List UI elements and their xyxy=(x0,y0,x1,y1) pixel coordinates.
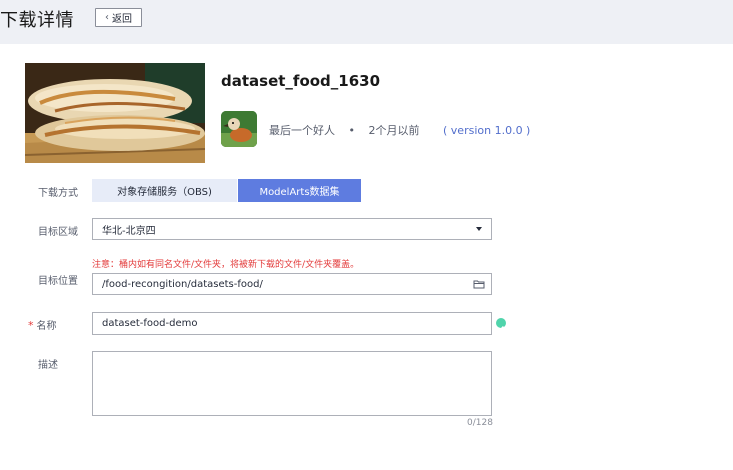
caret-down-icon xyxy=(476,227,482,231)
name-label: 名称 xyxy=(36,321,57,332)
author-line: 最后一个好人 • 2个月以前 ( version 1.0.0 ) xyxy=(269,122,530,138)
name-label-wrap: * 名称 xyxy=(28,317,57,332)
description-label: 描述 xyxy=(38,360,58,371)
tab-modelarts-dataset[interactable]: ModelArts数据集 xyxy=(238,179,361,202)
back-button-label: 返回 xyxy=(112,14,132,25)
location-input[interactable]: /food-recongition/datasets-food/ xyxy=(92,273,492,295)
version-label: ( version 1.0.0 ) xyxy=(443,124,531,137)
page-title: 下载详情 xyxy=(0,10,74,31)
region-select[interactable]: 华北-北京四 xyxy=(92,218,492,240)
location-notice: 注意：桶内如有同名文件/文件夹，将被新下载的文件/文件夹覆盖。 xyxy=(92,260,360,270)
check-circle-icon xyxy=(496,318,506,331)
dataset-title: dataset_food_1630 xyxy=(221,72,381,90)
region-label: 目标区域 xyxy=(38,227,78,238)
dataset-cover-image xyxy=(25,63,205,163)
description-counter: 0/128 xyxy=(467,418,493,428)
updated-time: 2个月以前 xyxy=(368,124,420,137)
location-label: 目标位置 xyxy=(38,276,78,287)
description-textarea[interactable] xyxy=(92,351,492,416)
back-button[interactable]: ‹ 返回 xyxy=(95,8,142,27)
location-value: /food-recongition/datasets-food/ xyxy=(102,278,263,290)
author-name[interactable]: 最后一个好人 xyxy=(269,124,335,137)
top-bar: 下载详情 ‹ 返回 xyxy=(0,0,733,44)
folder-icon[interactable] xyxy=(473,278,485,293)
name-input[interactable]: dataset-food-demo xyxy=(92,312,492,335)
separator-dot: • xyxy=(348,124,356,137)
name-value: dataset-food-demo xyxy=(102,318,198,329)
region-value: 华北-北京四 xyxy=(102,225,156,237)
tab-obs[interactable]: 对象存储服务（OBS) xyxy=(92,179,237,202)
chevron-left-icon: ‹ xyxy=(105,11,109,23)
required-mark: * xyxy=(28,319,34,332)
download-method-label: 下载方式 xyxy=(38,188,78,199)
author-avatar xyxy=(221,111,257,147)
